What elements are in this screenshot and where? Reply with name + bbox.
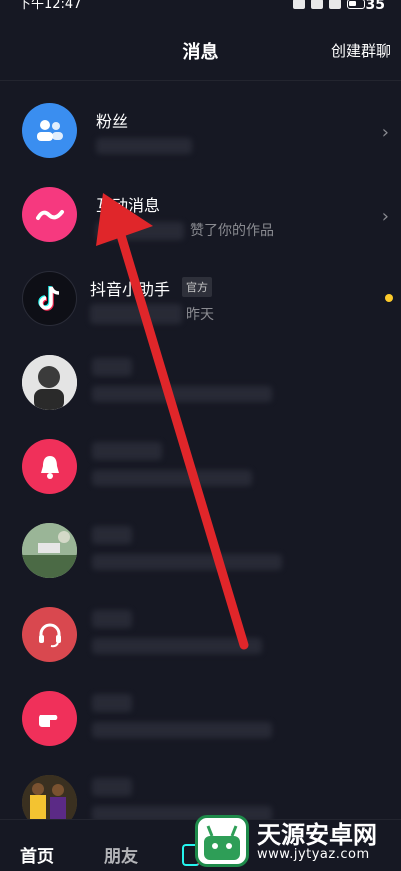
chat-5-blurred-preview xyxy=(92,722,272,738)
signal-icon xyxy=(329,0,341,9)
douyin-assistant-title: 抖音小助手 xyxy=(90,280,171,299)
interactions-avatar xyxy=(22,187,77,242)
chat-3-blurred-name xyxy=(92,526,132,544)
battery-icon xyxy=(347,0,365,9)
fans-icon xyxy=(36,119,63,141)
bell-icon xyxy=(40,455,59,479)
wifi-icon xyxy=(311,0,323,9)
headset-icon xyxy=(38,623,61,647)
interactions-icon xyxy=(35,209,64,220)
chat-1-avatar xyxy=(22,355,77,410)
status-time: 下午12:47 xyxy=(18,0,82,12)
nav-home[interactable]: 首页 xyxy=(20,842,54,867)
watermark-url: www.jytyaz.com xyxy=(257,847,370,862)
chevron-right-icon: › xyxy=(381,206,389,227)
person-photo-icon xyxy=(22,355,77,410)
nav-friends[interactable]: 朋友 xyxy=(104,842,138,867)
unread-dot xyxy=(385,294,393,302)
list-item-fans[interactable]: 粉丝 › xyxy=(0,88,401,172)
douyin-logo-icon xyxy=(37,285,59,311)
chat-2-blurred-preview xyxy=(92,470,252,486)
create-group-button[interactable]: 创建群聊 xyxy=(331,40,391,61)
douyin-assistant-avatar xyxy=(22,271,77,326)
chat-6-blurred-name xyxy=(92,778,132,796)
vibrate-icon xyxy=(293,0,305,9)
interactions-title: 互动消息 xyxy=(96,196,161,215)
fans-blurred-preview xyxy=(96,138,192,154)
header: 消息 创建群聊 xyxy=(0,30,401,70)
status-icons xyxy=(293,0,365,9)
chat-1-blurred-name xyxy=(92,358,132,376)
status-bar: 下午12:47 35 xyxy=(0,0,401,14)
landscape-photo-icon xyxy=(22,523,77,578)
list-item-chat-3[interactable] xyxy=(0,508,401,592)
douyin-assistant-time: 昨天 xyxy=(186,307,214,323)
list-item-chat-2[interactable] xyxy=(0,424,401,508)
interactions-blurred-name xyxy=(96,222,184,240)
chat-3-avatar xyxy=(22,523,77,578)
chat-2-avatar xyxy=(22,439,77,494)
chat-5-avatar xyxy=(22,691,77,746)
watermark-brand: 天源安卓网 xyxy=(257,821,377,849)
chat-4-blurred-preview xyxy=(92,638,262,654)
watermark: 天源安卓网 www.jytyaz.com xyxy=(195,813,395,869)
pointing-hand-icon xyxy=(38,714,57,727)
chat-4-avatar xyxy=(22,607,77,662)
list-item-chat-4[interactable] xyxy=(0,592,401,676)
battery-level: 35 xyxy=(365,0,385,13)
chat-5-blurred-name xyxy=(92,694,132,712)
chat-4-blurred-name xyxy=(92,610,132,628)
divider xyxy=(0,80,401,81)
watermark-logo-icon xyxy=(195,815,249,867)
interactions-subtitle: 赞了你的作品 xyxy=(190,223,274,239)
list-item-interactions[interactable]: 互动消息 赞了你的作品 › xyxy=(0,172,401,256)
list-item-douyin-assistant[interactable]: 抖音小助手 昨天 xyxy=(0,256,401,340)
douyin-assistant-blurred-preview xyxy=(90,304,182,324)
chevron-right-icon: › xyxy=(381,122,389,143)
list-item-chat-1[interactable] xyxy=(0,340,401,424)
list-item-chat-5[interactable] xyxy=(0,676,401,760)
fans-title: 粉丝 xyxy=(96,112,129,131)
official-badge: 官方 xyxy=(182,277,212,297)
chat-2-blurred-name xyxy=(92,442,162,460)
fans-avatar xyxy=(22,103,77,158)
chat-3-blurred-preview xyxy=(92,554,282,570)
chat-1-blurred-preview xyxy=(92,386,272,402)
